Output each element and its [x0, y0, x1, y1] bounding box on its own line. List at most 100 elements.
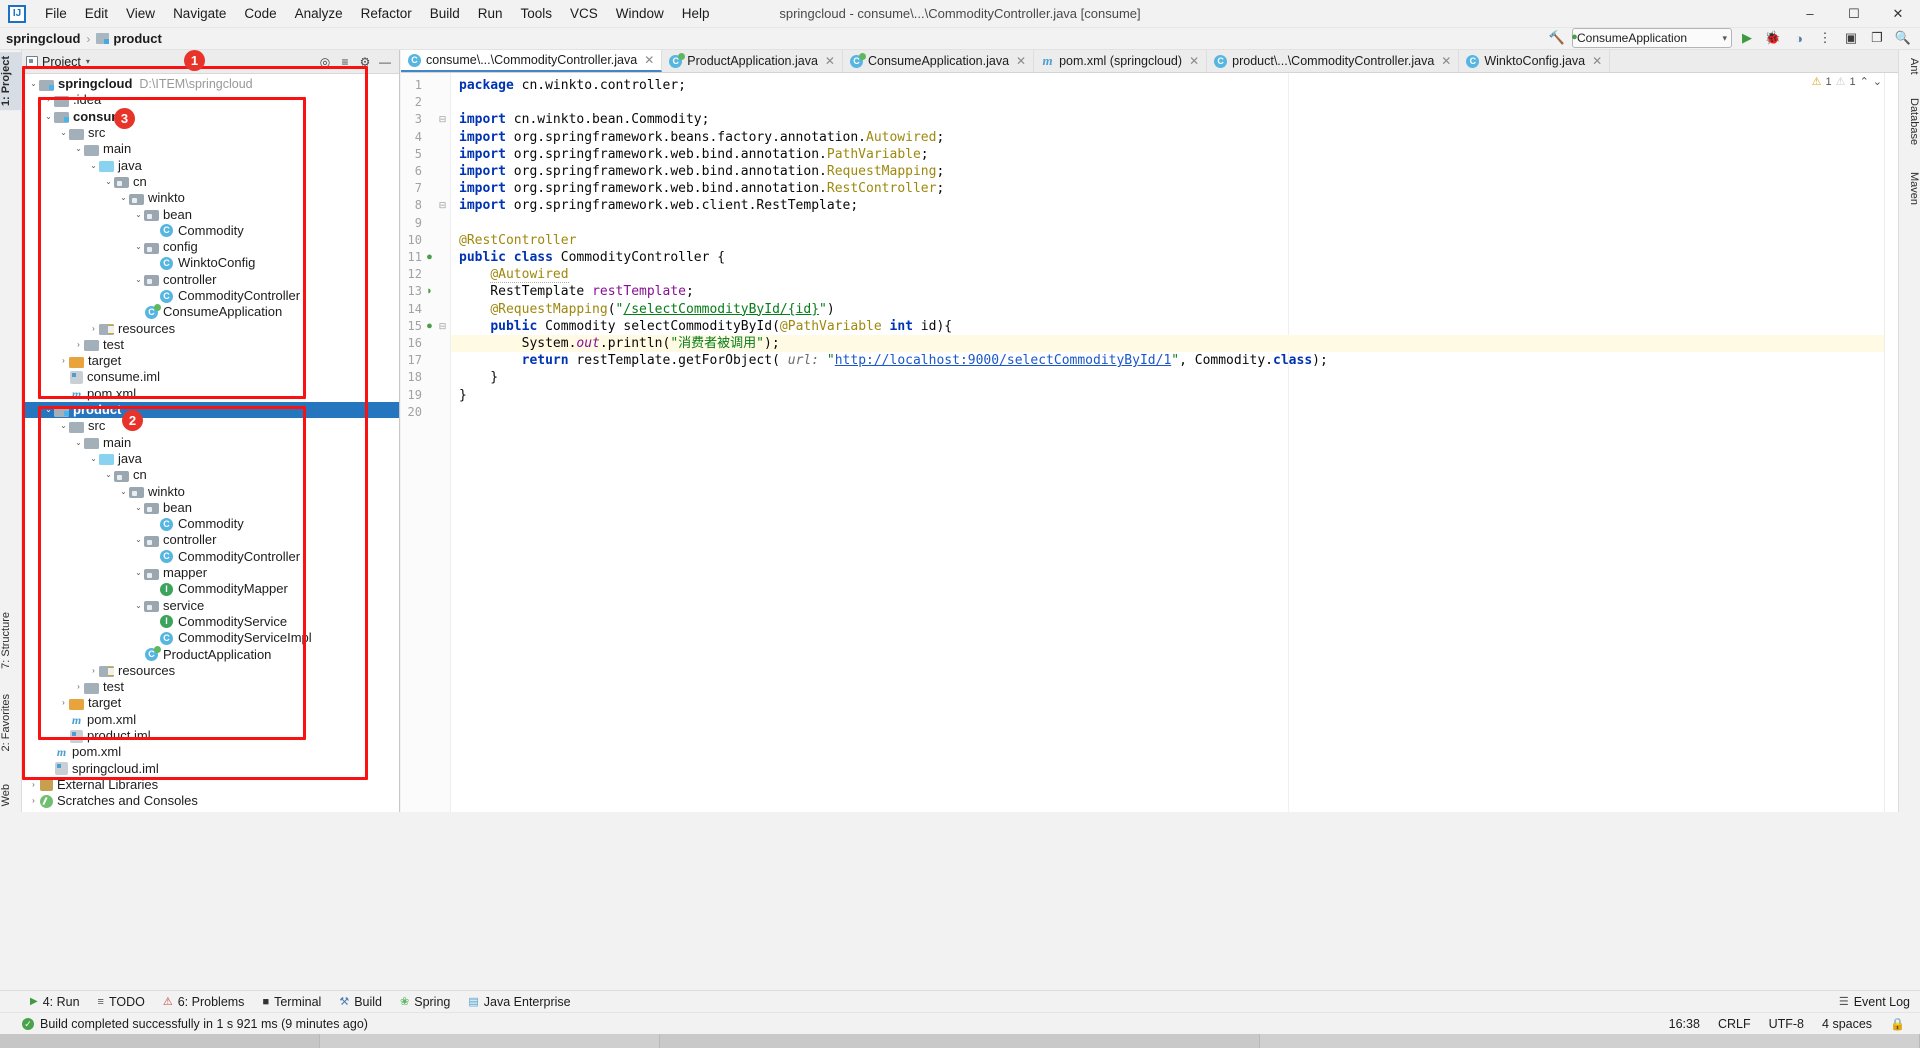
- encoding-widget[interactable]: UTF-8: [1760, 1017, 1813, 1031]
- editor-tab[interactable]: C ProductApplication.java ✕: [662, 50, 843, 72]
- bottom-tab-spring[interactable]: ❀ Spring: [392, 993, 458, 1011]
- breadcrumb-module[interactable]: product: [113, 31, 161, 46]
- tree-item-service[interactable]: ⌄ service: [22, 598, 399, 614]
- sidebar-item-structure[interactable]: 7: Structure: [0, 608, 22, 673]
- tree-item-productapplication[interactable]: C ProductApplication: [22, 646, 399, 662]
- bottom-tab-jee[interactable]: ▤ Java Enterprise: [460, 993, 578, 1011]
- chevron-right-icon[interactable]: ›: [73, 337, 84, 353]
- close-tab-icon[interactable]: ✕: [1592, 54, 1602, 68]
- line-separator-widget[interactable]: CRLF: [1709, 1017, 1760, 1031]
- tree-item-consume[interactable]: ⌄ consume: [22, 109, 399, 125]
- editor-gutter[interactable]: 1 2 3 ⊟ 4 5 6 7 8 ⊟ 9 10 11 ● 12 13 ◗ 14 15 ● ⊟ 16 17 18 19 20: [401, 73, 451, 812]
- tree-item-controller[interactable]: ⌄ controller: [22, 272, 399, 288]
- chevron-down-icon[interactable]: ⌄: [103, 467, 114, 483]
- code-line[interactable]: import org.springframework.beans.factory…: [459, 129, 944, 146]
- tree-item-commodity[interactable]: C Commodity: [22, 516, 399, 532]
- tree-item-consumeapplication[interactable]: C ConsumeApplication: [22, 303, 399, 320]
- close-tab-icon[interactable]: ✕: [1016, 54, 1026, 68]
- chevron-right-icon[interactable]: ›: [28, 777, 39, 793]
- search-icon[interactable]: 🔍: [1892, 27, 1914, 49]
- code-line[interactable]: import org.springframework.web.bind.anno…: [459, 146, 929, 163]
- menu-item-file[interactable]: File: [36, 2, 76, 25]
- tree-item-cn[interactable]: ⌄ cn: [22, 467, 399, 483]
- coverage-button[interactable]: ◑: [1788, 27, 1810, 49]
- chevron-down-icon[interactable]: ⌄: [133, 565, 144, 581]
- tree-item-pom-xml[interactable]: m pom.xml: [22, 386, 399, 402]
- tree-item-commodity[interactable]: C Commodity: [22, 223, 399, 239]
- editor-tab[interactable]: C WinktoConfig.java ✕: [1459, 50, 1611, 72]
- code-line[interactable]: import cn.winkto.bean.Commodity;: [459, 111, 709, 128]
- code-line[interactable]: @Autowired: [459, 266, 569, 284]
- tree-item-mapper[interactable]: ⌄ mapper: [22, 565, 399, 581]
- locate-file-icon[interactable]: ◎: [315, 52, 335, 72]
- tree-item-springcloud-iml[interactable]: springcloud.iml: [22, 760, 399, 776]
- tree-item-bean[interactable]: ⌄ bean: [22, 206, 399, 222]
- code-area[interactable]: 1 2 3 ⊟ 4 5 6 7 8 ⊟ 9 10 11 ● 12 13 ◗ 14 15 ● ⊟ 16 17 18 19 20 pa…: [401, 73, 1898, 812]
- menu-item-analyze[interactable]: Analyze: [286, 2, 352, 25]
- menu-item-view[interactable]: View: [117, 2, 164, 25]
- tree-item-cn[interactable]: ⌄ cn: [22, 174, 399, 190]
- chevron-down-icon[interactable]: ⌄: [88, 158, 99, 174]
- chevron-right-icon[interactable]: ›: [58, 353, 69, 369]
- tree-item-product-iml[interactable]: product.iml: [22, 728, 399, 744]
- build-status[interactable]: ✓ Build completed successfully in 1 s 92…: [22, 1017, 368, 1031]
- chevron-down-icon[interactable]: ⌄: [118, 190, 129, 206]
- chevron-right-icon[interactable]: ›: [88, 321, 99, 337]
- bottom-tab-run[interactable]: ▶ 4: Run: [22, 993, 88, 1011]
- code-content[interactable]: package cn.winkto.controller; import cn.w…: [451, 73, 1898, 812]
- chevron-right-icon[interactable]: ›: [88, 663, 99, 679]
- tree-item-winkto[interactable]: ⌄ winkto: [22, 190, 399, 206]
- tree-item-controller[interactable]: ⌄ controller: [22, 532, 399, 548]
- chevron-down-icon[interactable]: ⌄: [118, 484, 129, 500]
- more-options-icon[interactable]: ⋮: [1814, 27, 1836, 49]
- layout-toggle-icon[interactable]: ▣: [1840, 27, 1862, 49]
- error-stripe[interactable]: [1884, 73, 1898, 812]
- chevron-down-icon[interactable]: ⌄: [43, 109, 54, 125]
- prev-problem-icon[interactable]: ⌃: [1860, 75, 1869, 88]
- debug-button[interactable]: 🐞: [1762, 27, 1784, 49]
- chevron-down-icon[interactable]: ⌄: [133, 272, 144, 288]
- chevron-down-icon[interactable]: ⌄: [133, 598, 144, 614]
- chevron-down-icon[interactable]: ⌄: [133, 239, 144, 255]
- bottom-tab-build[interactable]: ⚒ Build: [331, 993, 390, 1011]
- tree-item-external-libraries[interactable]: › External Libraries: [22, 777, 399, 793]
- chevron-down-icon[interactable]: ⌄: [88, 451, 99, 467]
- tree-item-consume-iml[interactable]: consume.iml: [22, 369, 399, 385]
- chevron-right-icon[interactable]: ›: [28, 793, 39, 809]
- menu-item-build[interactable]: Build: [421, 2, 469, 25]
- tree-item-java[interactable]: ⌄ java: [22, 157, 399, 173]
- chevron-down-icon[interactable]: ⌄: [133, 500, 144, 516]
- tree-item-bean[interactable]: ⌄ bean: [22, 500, 399, 516]
- panel-settings-gear-icon[interactable]: ⚙: [355, 52, 375, 72]
- layout-second-icon[interactable]: ❐: [1866, 27, 1888, 49]
- sidebar-item-maven[interactable]: Maven: [1898, 168, 1920, 209]
- close-tab-icon[interactable]: ✕: [1441, 54, 1451, 68]
- code-line[interactable]: package cn.winkto.controller;: [459, 77, 686, 94]
- code-line[interactable]: public Commodity selectCommodityById(@Pa…: [459, 318, 952, 335]
- indent-widget[interactable]: 4 spaces: [1813, 1017, 1881, 1031]
- sidebar-item-web[interactable]: Web: [0, 780, 22, 810]
- chevron-down-icon[interactable]: ⌄: [58, 418, 69, 434]
- chevron-right-icon[interactable]: ›: [58, 695, 69, 711]
- code-line[interactable]: return restTemplate.getForObject( url: "…: [459, 352, 1328, 369]
- code-line[interactable]: @RequestMapping("/selectCommodityById/{i…: [459, 301, 834, 318]
- tree-item-test[interactable]: › test: [22, 679, 399, 695]
- menu-item-refactor[interactable]: Refactor: [352, 2, 421, 25]
- sidebar-item-database[interactable]: Database: [1898, 94, 1920, 149]
- navigate-to-bean-gutter-icon[interactable]: ◗: [423, 283, 436, 300]
- code-line[interactable]: import org.springframework.web.client.Re…: [459, 197, 858, 214]
- chevron-right-icon[interactable]: ›: [73, 679, 84, 695]
- code-fold-icon[interactable]: ⊟: [437, 111, 448, 128]
- editor-tab[interactable]: C ConsumeApplication.java ✕: [842, 50, 1035, 72]
- menu-item-navigate[interactable]: Navigate: [164, 2, 235, 25]
- chevron-down-icon[interactable]: ⌄: [103, 174, 114, 190]
- chevron-down-icon[interactable]: ▾: [86, 57, 90, 66]
- code-fold-icon[interactable]: ⊟: [437, 318, 448, 335]
- editor-tab[interactable]: Cconsume\...\CommodityController.java ✕: [401, 50, 663, 72]
- chevron-down-icon[interactable]: ⌄: [133, 207, 144, 223]
- sidebar-item-favorites[interactable]: 2: Favorites: [0, 690, 22, 755]
- menu-item-code[interactable]: Code: [235, 2, 285, 25]
- tree-item-commoditycontroller[interactable]: C CommodityController: [22, 549, 399, 565]
- tree-item-springcloud[interactable]: ⌄ springcloud D:\ITEM\springcloud: [22, 76, 399, 92]
- code-line[interactable]: }: [459, 369, 498, 386]
